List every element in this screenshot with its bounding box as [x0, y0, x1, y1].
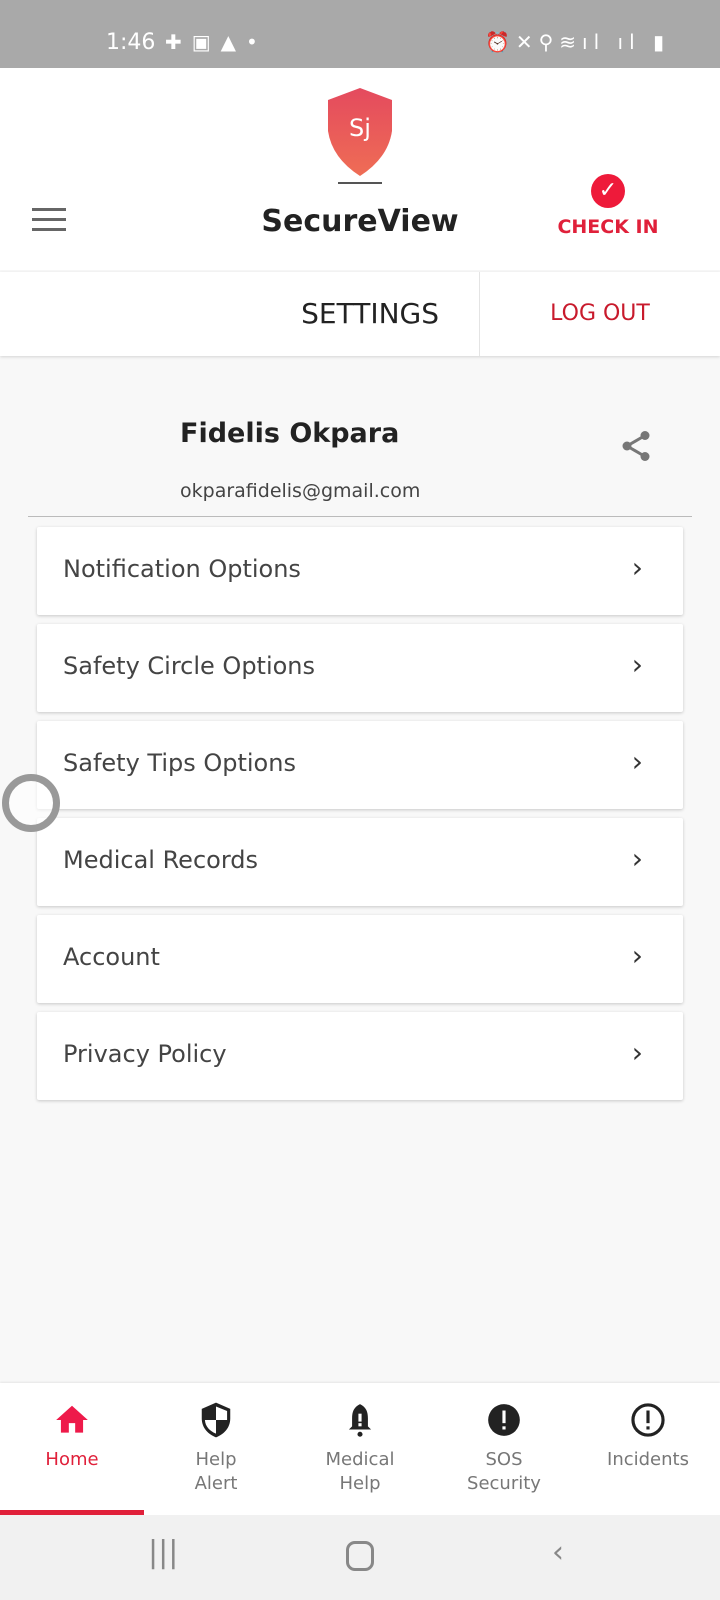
status-right-icons: ⏰✕⚲≋ıl ıl ▮ — [484, 30, 670, 54]
secureview-logo: Sj — [328, 88, 392, 184]
profile-divider — [28, 516, 692, 517]
tab-settings[interactable]: SETTINGS — [0, 272, 479, 356]
top-tabs: SETTINGS LOG OUT — [0, 272, 720, 356]
item-label: Notification Options — [63, 555, 301, 583]
chevron-right-icon: › — [631, 842, 643, 875]
status-time: 1:46 — [106, 30, 156, 55]
item-label: Safety Circle Options — [63, 652, 316, 680]
settings-item-safety-tips-options[interactable]: Safety Tips Options › — [37, 721, 683, 809]
nav-help-alert[interactable]: Help Alert — [144, 1383, 288, 1515]
nav-sos-security[interactable]: SOS Security — [432, 1383, 576, 1515]
bottom-navigation: Home Help Alert Medical Help SOS Securit… — [0, 1383, 720, 1515]
check-circle-icon: ✓ — [591, 174, 625, 208]
app-header: Sj SecureView ✓ CHECK IN — [0, 68, 720, 270]
system-navigation-bar: ||| ‹ — [0, 1515, 720, 1600]
nav-label: Incidents — [607, 1449, 689, 1470]
settings-item-safety-circle-options[interactable]: Safety Circle Options › — [37, 624, 683, 712]
settings-item-notification-options[interactable]: Notification Options › — [37, 527, 683, 615]
share-icon[interactable] — [618, 428, 654, 464]
svg-text:Sj: Sj — [349, 114, 371, 142]
check-in-label: CHECK IN — [557, 216, 659, 238]
nav-incidents[interactable]: Incidents — [576, 1383, 720, 1515]
nav-label: Help Alert — [194, 1449, 238, 1494]
alert-circle-icon — [488, 1404, 520, 1436]
settings-item-privacy-policy[interactable]: Privacy Policy › — [37, 1012, 683, 1100]
item-label: Medical Records — [63, 846, 258, 874]
chevron-right-icon: › — [631, 648, 643, 681]
chevron-right-icon: › — [631, 1036, 643, 1069]
status-left-icons: ✚▣▲• — [165, 30, 268, 54]
shield-icon — [201, 1402, 231, 1438]
home-icon — [56, 1405, 88, 1433]
profile-email: okparafidelis@gmail.com — [180, 480, 421, 502]
chevron-right-icon: › — [631, 551, 643, 584]
recent-apps-icon[interactable]: ||| — [148, 1535, 178, 1570]
alert-circle-outline-icon — [631, 1403, 665, 1437]
check-in-button[interactable]: ✓ CHECK IN — [548, 174, 668, 238]
item-label: Privacy Policy — [63, 1040, 227, 1068]
chevron-right-icon: › — [631, 939, 643, 972]
logout-button[interactable]: LOG OUT — [479, 272, 720, 356]
item-label: Safety Tips Options — [63, 749, 296, 777]
settings-item-medical-records[interactable]: Medical Records › — [37, 818, 683, 906]
nav-label: Medical Help — [325, 1449, 395, 1494]
touch-indicator — [2, 774, 60, 832]
chevron-right-icon: › — [631, 745, 643, 778]
home-system-icon[interactable] — [346, 1541, 374, 1571]
item-label: Account — [63, 943, 160, 971]
nav-label: SOS Security — [467, 1449, 541, 1494]
settings-item-account[interactable]: Account › — [37, 915, 683, 1003]
bell-icon — [348, 1404, 372, 1437]
nav-medical-help[interactable]: Medical Help — [288, 1383, 432, 1515]
profile-name: Fidelis Okpara — [180, 418, 400, 449]
status-bar: 1:46 ✚▣▲• ⏰✕⚲≋ıl ıl ▮ — [0, 0, 720, 68]
back-icon[interactable]: ‹ — [552, 1535, 564, 1570]
nav-label: Home — [45, 1449, 99, 1470]
nav-home[interactable]: Home — [0, 1383, 144, 1515]
